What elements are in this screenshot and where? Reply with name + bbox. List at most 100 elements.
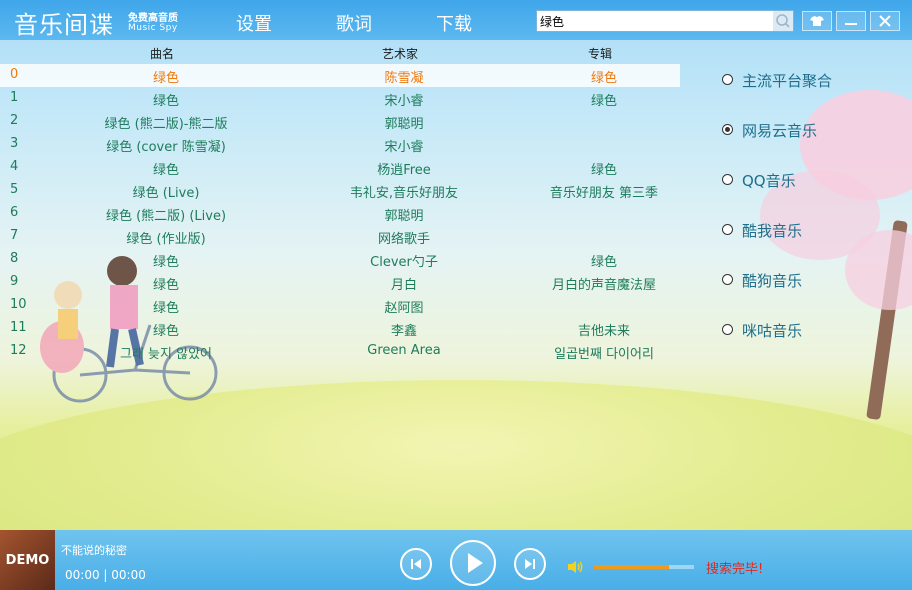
platform-label: QQ音乐: [742, 172, 796, 190]
skin-button[interactable]: [802, 11, 832, 31]
nav-settings[interactable]: 设置: [236, 10, 272, 36]
volume-slider[interactable]: [594, 565, 694, 569]
table-row[interactable]: 10 绿色 赵阿图: [0, 294, 680, 317]
logo-subtitle-en: Music Spy: [128, 23, 178, 33]
table-row[interactable]: 5 绿色 (Live) 韦礼安,音乐好朋友 音乐好朋友 第三季: [0, 179, 680, 202]
platform-label: 咪咕音乐: [742, 322, 803, 340]
row-album: 绿色: [590, 71, 618, 86]
table-row[interactable]: 9 绿色 月白 月白的声音魔法屋: [0, 271, 680, 294]
row-artist: 郭聪明: [384, 209, 424, 224]
row-index: 9: [10, 274, 19, 289]
volume-icon[interactable]: [567, 560, 585, 574]
row-index: 11: [10, 320, 27, 335]
skin-icon: [810, 16, 824, 26]
table-row[interactable]: 6 绿色 (熊二版) (Live) 郭聪明: [0, 202, 680, 225]
minimize-button[interactable]: [836, 11, 866, 31]
search-button[interactable]: [773, 11, 793, 31]
row-index: 7: [10, 228, 19, 243]
row-artist: Green Area: [367, 343, 441, 358]
close-icon: [879, 15, 891, 27]
row-title: 绿色 (熊二版) (Live): [105, 209, 227, 224]
app-window: 音乐间谍 免费高音质 Music Spy 设置 歌词 下载 绿色 曲名 艺术家 …: [0, 0, 912, 590]
player-bar: DEMO 不能说的秘密 00:00 | 00:00 搜索完毕!: [0, 530, 912, 590]
radio-button[interactable]: [722, 224, 733, 235]
row-index: 6: [10, 205, 19, 220]
volume-level: [594, 565, 669, 569]
row-title: 绿色: [152, 163, 180, 178]
row-index: 0: [10, 67, 19, 82]
table-row[interactable]: 11 绿色 李鑫 吉他未来: [0, 317, 680, 340]
radio-button[interactable]: [722, 174, 733, 185]
row-artist: 郭聪明: [384, 117, 424, 132]
previous-icon: [411, 559, 421, 569]
table-row[interactable]: 0 绿色 陈雪凝 绿色: [0, 64, 680, 87]
album-cover[interactable]: DEMO: [0, 530, 55, 590]
row-title: 绿色: [152, 278, 180, 293]
radio-button[interactable]: [722, 274, 733, 285]
nav-lyrics[interactable]: 歌词: [336, 10, 372, 36]
row-album: 绿色: [590, 163, 618, 178]
result-table-header: 曲名 艺术家 专辑: [0, 43, 680, 63]
platform-label: 酷我音乐: [742, 222, 803, 240]
minimize-icon: [845, 23, 857, 25]
row-album: 绿色: [590, 94, 618, 109]
row-artist: 宋小睿: [384, 94, 424, 109]
row-artist: 赵阿图: [384, 301, 424, 316]
column-header-artist[interactable]: 艺术家: [382, 45, 418, 62]
radio-button[interactable]: [722, 124, 733, 135]
platform-label: 酷狗音乐: [742, 272, 803, 290]
row-album: 绿色: [590, 255, 618, 270]
play-button[interactable]: [450, 540, 496, 586]
search-icon: [776, 14, 790, 28]
column-header-album[interactable]: 专辑: [588, 45, 612, 62]
search-input[interactable]: [538, 12, 772, 30]
previous-button[interactable]: [400, 548, 432, 580]
row-index: 10: [10, 297, 27, 312]
table-row[interactable]: 1 绿色 宋小睿 绿色: [0, 87, 680, 110]
app-logo: 音乐间谍: [14, 11, 114, 39]
platform-label: 网易云音乐: [742, 122, 818, 140]
table-row[interactable]: 2 绿色 (熊二版)-熊二版 郭聪明: [0, 110, 680, 133]
play-icon: [468, 553, 483, 573]
row-index: 5: [10, 182, 19, 197]
column-header-title[interactable]: 曲名: [150, 45, 174, 62]
row-artist: 李鑫: [390, 324, 418, 339]
row-album: 일곱번째 다이어리: [554, 347, 654, 362]
row-artist: 宋小睿: [384, 140, 424, 155]
platform-label: 主流平台聚合: [742, 72, 833, 90]
row-artist: 陈雪凝: [384, 71, 424, 86]
row-artist: Clever勺子: [370, 255, 438, 270]
close-button[interactable]: [870, 11, 900, 31]
nav-download[interactable]: 下载: [436, 10, 472, 36]
next-button[interactable]: [514, 548, 546, 580]
logo-subtitle-cn: 免费高音质: [128, 13, 178, 24]
title-bar: 音乐间谍 免费高音质 Music Spy 设置 歌词 下载: [0, 0, 912, 40]
table-row[interactable]: 4 绿色 杨逍Free 绿色: [0, 156, 680, 179]
row-album: 月白的声音魔法屋: [551, 278, 657, 293]
radio-button[interactable]: [722, 74, 733, 85]
table-row[interactable]: 8 绿色 Clever勺子 绿色: [0, 248, 680, 271]
row-title: 绿色 (Live): [132, 186, 200, 201]
row-title: 그래 늦지 않았어: [120, 347, 212, 362]
row-index: 8: [10, 251, 19, 266]
table-row[interactable]: 7 绿色 (作业版) 网络歌手: [0, 225, 680, 248]
row-artist: 杨逍Free: [377, 163, 431, 178]
status-message: 搜索完毕!: [706, 562, 764, 577]
row-title: 绿色: [152, 324, 180, 339]
row-title: 绿色: [152, 255, 180, 270]
search-box: [536, 10, 794, 32]
row-title: 绿色: [152, 301, 180, 316]
row-album: 吉他未来: [577, 324, 631, 339]
row-title: 绿色 (cover 陈雪凝): [106, 140, 226, 155]
radio-button[interactable]: [722, 324, 733, 335]
row-index: 2: [10, 113, 19, 128]
row-album: 音乐好朋友 第三季: [549, 186, 659, 201]
row-index: 4: [10, 159, 19, 174]
row-title: 绿色: [152, 94, 180, 109]
row-artist: 韦礼安,音乐好朋友: [349, 186, 459, 201]
row-artist: 网络歌手: [377, 232, 431, 247]
next-icon: [525, 559, 535, 569]
row-artist: 月白: [390, 278, 418, 293]
table-row[interactable]: 12 그래 늦지 않았어 Green Area 일곱번째 다이어리: [0, 340, 680, 363]
table-row[interactable]: 3 绿色 (cover 陈雪凝) 宋小睿: [0, 133, 680, 156]
